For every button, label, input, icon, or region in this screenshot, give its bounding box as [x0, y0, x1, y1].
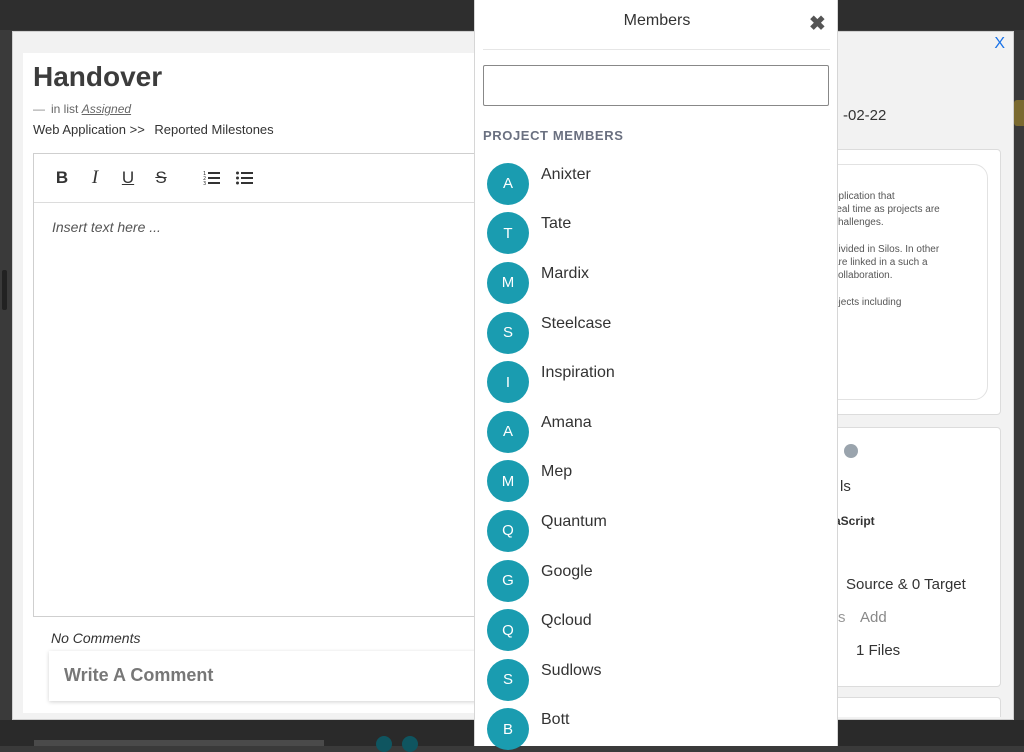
comment-input[interactable]: Write A Comment	[49, 651, 483, 701]
member-item[interactable]: Q Qcloud	[487, 601, 827, 652]
project-members-heading: PROJECT MEMBERS	[483, 128, 624, 143]
members-popover: Members ✖ PROJECT MEMBERS A Anixter T Tate…	[474, 0, 838, 751]
description-preview: pplication that real time as projects ar…	[824, 164, 988, 400]
member-avatar: A	[487, 410, 529, 453]
member-item[interactable]: Q Quantum	[487, 502, 827, 552]
list-link[interactable]: Assigned	[82, 102, 131, 116]
member-avatar: M	[487, 261, 529, 304]
member-item[interactable]: G Google	[487, 552, 827, 602]
close-icon[interactable]: ✖	[809, 11, 826, 36]
no-comments-label: No Comments	[51, 630, 141, 646]
member-item[interactable]: S Steelcase	[487, 304, 827, 354]
description-editor: B I U S 1 2 3 Insert text here ...	[33, 153, 483, 617]
card-list-info: — in list Assigned	[33, 102, 131, 116]
member-search-input[interactable]	[483, 65, 829, 106]
divider	[483, 49, 830, 50]
ordered-list-button[interactable]: 1 2 3	[202, 168, 222, 188]
member-item[interactable]: A Anixter	[487, 155, 827, 205]
details-card: ls aScript Source & 0 Target s Add 1 Fil…	[833, 427, 1001, 687]
breadcrumb: Web Application >> Reported Milestones	[33, 122, 274, 137]
bold-button[interactable]: B	[52, 168, 72, 188]
card-title[interactable]: Handover	[33, 61, 162, 93]
breadcrumb-section[interactable]: Reported Milestones	[154, 122, 273, 137]
background-badge	[1014, 100, 1024, 126]
files-count[interactable]: 1 Files	[856, 642, 900, 659]
due-date: -02-22	[843, 107, 887, 124]
member-avatar: S	[487, 658, 529, 701]
member-name: Quantum	[541, 512, 607, 530]
member-item[interactable]: T Tate	[487, 205, 827, 255]
member-avatar: I	[487, 361, 529, 404]
members-title: Members	[623, 12, 691, 29]
member-avatar: A	[487, 162, 529, 205]
member-name: Mardix	[541, 264, 590, 282]
attachments-prefix: s	[838, 609, 846, 626]
description-line: real time as projects are	[833, 204, 940, 215]
member-name: Steelcase	[541, 314, 612, 332]
description-line: divided in Silos. In other	[833, 244, 940, 255]
member-avatar: M	[487, 460, 529, 503]
member-item[interactable]: B Bott	[487, 701, 827, 751]
breadcrumb-project[interactable]: Web Application >>	[33, 122, 145, 137]
tag-label: ls	[840, 478, 851, 495]
dash-icon: —	[33, 102, 45, 116]
member-item[interactable]: A Amana	[487, 403, 827, 453]
description-line: collaboration.	[833, 270, 893, 281]
links-summary[interactable]: Source & 0 Target	[846, 576, 966, 593]
editor-toolbar: B I U S 1 2 3	[34, 154, 482, 203]
member-item[interactable]: M Mep	[487, 453, 827, 503]
list-prefix: in list	[51, 102, 79, 116]
member-avatar: Q	[487, 609, 529, 652]
member-name: Google	[541, 562, 593, 580]
background-avatar	[376, 736, 392, 752]
bullet-list-icon	[236, 171, 253, 185]
member-avatar: G	[487, 559, 529, 602]
card-main-panel: Handover — in list Assigned Web Applicati…	[23, 53, 483, 713]
bullet-list-button[interactable]	[235, 168, 255, 188]
member-name: Mep	[541, 463, 573, 481]
activity-card	[833, 697, 1001, 717]
background-bar	[34, 740, 324, 746]
member-item[interactable]: I Inspiration	[487, 353, 827, 404]
member-name: Amana	[541, 413, 592, 431]
description-card: pplication that real time as projects ar…	[824, 149, 1001, 415]
member-name: Sudlows	[541, 661, 602, 679]
member-item[interactable]: M Mardix	[487, 254, 827, 304]
svg-text:3: 3	[203, 181, 206, 186]
member-avatar: S	[487, 311, 529, 354]
editor-text-area[interactable]: Insert text here ...	[34, 203, 482, 251]
member-name: Inspiration	[541, 364, 615, 382]
member-name: Anixter	[541, 165, 591, 183]
member-name: Qcloud	[541, 612, 592, 630]
member-name: Bott	[541, 711, 570, 729]
underline-button[interactable]: U	[118, 168, 138, 188]
modal-close-button[interactable]: X	[994, 35, 1005, 53]
background-avatar	[402, 736, 418, 752]
member-name: Tate	[541, 215, 572, 233]
description-line: ojects including	[833, 297, 902, 308]
member-list: A Anixter T Tate M Mardix S Steelcase I Inspi…	[487, 155, 827, 751]
member-item[interactable]: S Sudlows	[487, 651, 827, 701]
background-scroll-mark	[2, 270, 7, 310]
strikethrough-button[interactable]: S	[151, 168, 171, 188]
avatar[interactable]	[844, 444, 858, 458]
italic-button[interactable]: I	[85, 167, 105, 188]
member-avatar: B	[487, 708, 529, 751]
member-avatar: T	[487, 212, 529, 255]
description-line: are linked in a such a	[833, 257, 928, 268]
language-label: aScript	[834, 514, 875, 528]
description-line: pplication that	[833, 191, 895, 202]
description-line: challenges.	[833, 217, 884, 228]
member-avatar: Q	[487, 509, 529, 552]
add-attachment-button[interactable]: Add	[860, 609, 887, 626]
ordered-list-icon: 1 2 3	[203, 171, 220, 186]
